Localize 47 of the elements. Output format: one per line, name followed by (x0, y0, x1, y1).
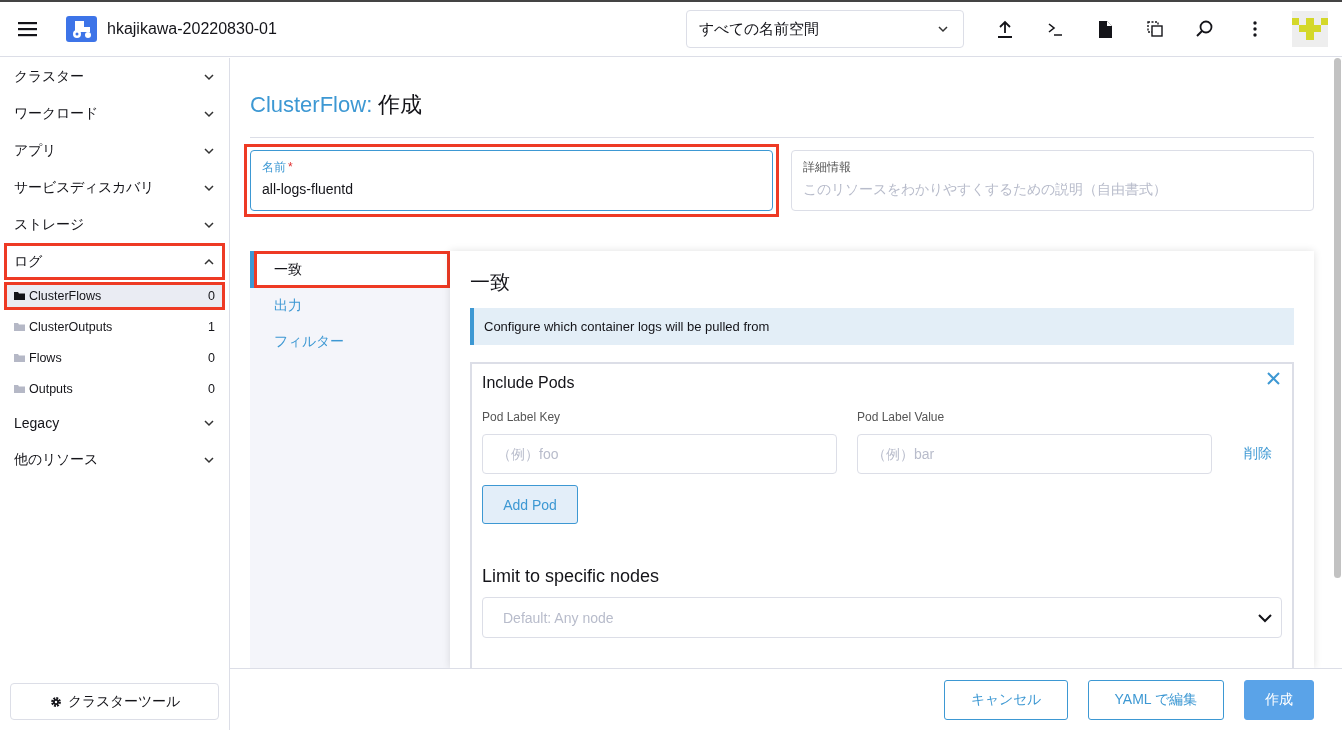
folder-icon (14, 383, 25, 394)
text-input[interactable]: all-logs-fluentd (262, 181, 761, 197)
tab[interactable]: 一致 (250, 251, 450, 288)
nodes-title: Limit to specific nodes (482, 566, 661, 587)
name-field[interactable]: 名前 * all-logs-fluentd (250, 150, 773, 211)
section-title: 一致 (470, 270, 511, 295)
nav-group[interactable]: ログ (4, 243, 225, 280)
copy-icon[interactable] (1146, 20, 1164, 38)
gear-icon (49, 695, 62, 708)
chevron-down-icon (937, 24, 949, 34)
menu-icon[interactable] (18, 19, 37, 39)
field-label: Pod Label Key (482, 410, 562, 424)
folder-icon (14, 321, 25, 332)
nav-group[interactable]: クラスター (4, 58, 225, 95)
cluster-tools-button[interactable]: クラスターツール (10, 683, 219, 720)
nav-item[interactable]: ClusterFlows 0 (4, 281, 225, 310)
upload-icon[interactable] (996, 20, 1014, 38)
field-label: Pod Label Value (857, 410, 946, 424)
rule-title: Include Pods (482, 374, 575, 392)
namespace-select[interactable]: すべての名前空間 (686, 10, 964, 48)
nav-item[interactable]: Outputs 0 (4, 374, 225, 403)
search-icon[interactable] (1196, 20, 1214, 38)
file-icon[interactable] (1096, 20, 1114, 38)
nav-group[interactable]: Legacy (4, 404, 225, 441)
info-banner: Configure which container logs will be pulled from (470, 308, 1294, 345)
nav-group[interactable]: アプリ (4, 132, 225, 169)
nav-group[interactable]: サービスディスカバリ (4, 169, 225, 206)
field-label: 名前 * (262, 159, 294, 176)
nav-item[interactable]: Flows 0 (4, 343, 225, 372)
page-title: ClusterFlow: 作成 (250, 90, 1314, 138)
terminal-icon[interactable] (1046, 20, 1064, 38)
description-field[interactable]: 詳細情報 このリソースをわかりやすくするための説明（自由書式） (791, 150, 1314, 211)
nav-item[interactable]: ClusterOutputs 1 (4, 312, 225, 341)
text-input[interactable]: このリソースをわかりやすくするための説明（自由書式） (803, 181, 1302, 197)
close-icon[interactable] (1267, 372, 1280, 385)
tractor-logo-icon (66, 16, 97, 42)
scrollbar[interactable] (1334, 58, 1341, 578)
nav-group[interactable]: ワークロード (4, 95, 225, 132)
nav-group[interactable]: 他のリソース (4, 441, 225, 478)
folder-icon (14, 290, 25, 301)
cluster-name: hkajikawa-20220830-01 (107, 20, 277, 38)
chevron-down-icon (1257, 612, 1273, 623)
folder-icon (14, 352, 25, 363)
label-key-input[interactable]: （例）foo (482, 434, 837, 474)
field-label: 詳細情報 (803, 159, 852, 176)
label-value-input[interactable]: （例）bar (857, 434, 1212, 474)
nav-group[interactable]: ストレージ (4, 206, 225, 243)
